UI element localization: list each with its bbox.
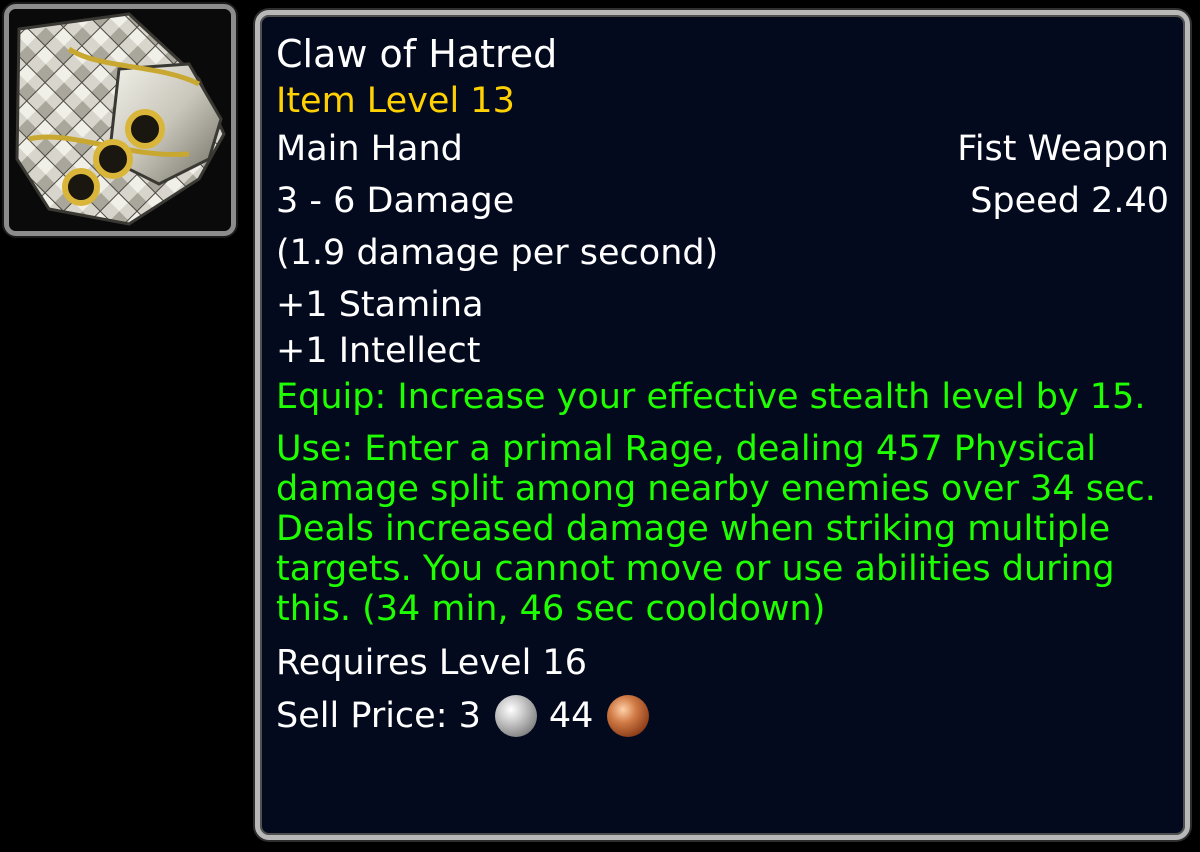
- silver-coin-icon: [494, 695, 537, 737]
- damage-range: 3 - 6 Damage: [276, 181, 515, 221]
- item-tooltip: Claw of Hatred Item Level 13 Main Hand F…: [255, 10, 1190, 840]
- equip-effect: Equip: Increase your effective stealth l…: [276, 377, 1146, 417]
- copper-coin-icon: [607, 695, 650, 737]
- fist-weapon-icon: [9, 9, 231, 231]
- use-effect: Use: Enter a primal Rage, dealing 457 Ph…: [276, 429, 1156, 629]
- weapon-type: Fist Weapon: [957, 129, 1169, 169]
- sell-price-copper: 44: [548, 696, 594, 736]
- item-icon[interactable]: [4, 4, 236, 236]
- item-level: Item Level 13: [276, 81, 515, 121]
- weapon-speed: Speed 2.40: [970, 181, 1169, 221]
- slot-row: Main Hand Fist Weapon: [276, 129, 1169, 169]
- damage-row: 3 - 6 Damage Speed 2.40: [276, 181, 1169, 221]
- sell-price-label: Sell Price: 3: [276, 696, 481, 736]
- sell-price: Sell Price: 3 44: [276, 695, 1169, 737]
- item-slot: Main Hand: [276, 129, 463, 169]
- damage-per-second: (1.9 damage per second): [276, 233, 719, 273]
- item-name: Claw of Hatred: [276, 32, 558, 76]
- level-requirement: Requires Level 16: [276, 643, 587, 683]
- stat-intellect: +1 Intellect: [276, 331, 481, 371]
- stat-stamina: +1 Stamina: [276, 285, 484, 325]
